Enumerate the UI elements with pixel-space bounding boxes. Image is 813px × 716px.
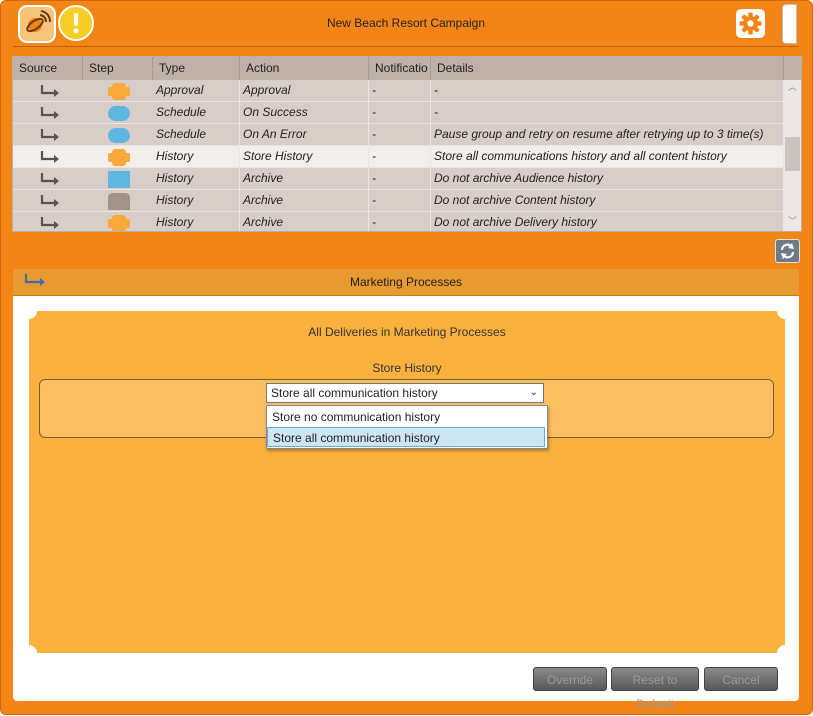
table-row[interactable]: Schedule On Success - - (13, 102, 784, 124)
grid-scrollbar[interactable]: ︿ ﹀ (784, 80, 801, 231)
column-header-spacer (784, 57, 801, 80)
box-corner-tl (29, 311, 37, 319)
settings-button[interactable] (736, 9, 765, 38)
cell-details: - (431, 80, 784, 101)
column-header-type[interactable]: Type (153, 57, 240, 80)
step-cross-icon (108, 215, 130, 231)
cell-action: Archive (240, 212, 369, 231)
cell-type: History (153, 190, 240, 211)
cell-details: Do not archive Delivery history (431, 212, 784, 231)
source-arrow-icon (40, 85, 59, 97)
chevron-down-icon: ⌄ (529, 387, 538, 398)
column-header-source[interactable]: Source (13, 57, 83, 80)
cell-type: History (153, 168, 240, 189)
cancel-button[interactable]: Cancel (704, 667, 778, 691)
cell-notification: - (369, 168, 431, 189)
panel-header: Marketing Processes (13, 269, 799, 296)
box-corner-br (777, 645, 785, 653)
satellite-app-button[interactable] (18, 5, 56, 43)
title-divider (13, 46, 799, 47)
column-header-action[interactable]: Action (240, 57, 369, 80)
source-arrow-icon (40, 151, 59, 163)
box-corner-tr (777, 311, 785, 319)
step-pill-icon (108, 128, 130, 143)
table-row[interactable]: History Archive - Do not archive Audience h… (13, 168, 784, 190)
cell-action: Store History (240, 146, 369, 167)
title-bar: New Beach Resort Campaign (1, 1, 812, 47)
cell-details: - (431, 102, 784, 123)
cell-notification: - (369, 102, 431, 123)
source-arrow-icon (40, 195, 59, 207)
step-cross-icon (108, 83, 130, 100)
cell-action: On Success (240, 102, 369, 123)
source-arrow-icon (40, 173, 59, 185)
scroll-down-icon[interactable]: ﹀ (787, 217, 798, 228)
override-button[interactable]: Override (533, 667, 607, 691)
source-arrow-icon (40, 107, 59, 119)
option-store-all[interactable]: Store all communication history (267, 427, 545, 447)
cell-action: On An Error (240, 124, 369, 145)
satellite-icon (26, 10, 51, 33)
step-pill-icon (108, 106, 130, 121)
cell-type: Schedule (153, 124, 240, 145)
grid-header: Source Step Type Action Notificatio Deta… (13, 57, 801, 80)
deliveries-box: All Deliveries in Marketing Processes St… (29, 311, 785, 653)
cell-details: Do not archive Content history (431, 190, 784, 211)
step-cross-icon (108, 149, 130, 166)
scroll-up-icon[interactable]: ︿ (787, 83, 798, 94)
option-store-none[interactable]: Store no communication history (267, 407, 545, 427)
warning-button[interactable] (58, 5, 94, 41)
cell-notification: - (369, 146, 431, 167)
table-row[interactable]: History Archive - Do not archive Delivery h… (13, 212, 784, 231)
table-row[interactable]: History Archive - Do not archive Content hi… (13, 190, 784, 212)
refresh-button[interactable] (775, 239, 800, 263)
cell-notification: - (369, 124, 431, 145)
box-title: All Deliveries in Marketing Processes (308, 325, 506, 339)
cell-type: History (153, 146, 240, 167)
cell-type: Schedule (153, 102, 240, 123)
store-history-label: Store History (372, 361, 442, 375)
cell-details: Pause group and retry on resume after re… (431, 124, 784, 145)
source-arrow-icon (40, 129, 59, 141)
step-rect-icon (108, 171, 130, 188)
cell-notification: - (369, 80, 431, 101)
cell-type: History (153, 212, 240, 231)
reset-to-default-button[interactable]: Reset to Default (611, 667, 699, 711)
column-header-step[interactable]: Step (83, 57, 153, 80)
store-history-dropdown: Store no communication history Store all… (266, 405, 548, 449)
cell-notification: - (369, 190, 431, 211)
cell-type: Approval (153, 80, 240, 101)
step-tag-icon (108, 193, 130, 210)
cell-notification: - (369, 212, 431, 231)
gear-icon (739, 12, 762, 35)
column-header-details[interactable]: Details (431, 57, 784, 80)
column-header-notification[interactable]: Notificatio (369, 57, 431, 80)
table-row[interactable]: History Store History - Store all communica… (13, 146, 784, 168)
box-corner-bl (29, 645, 37, 653)
table-row[interactable]: Schedule On An Error - Pause group and retr… (13, 124, 784, 146)
steps-grid: Source Step Type Action Notificatio Deta… (12, 56, 802, 232)
window-title: New Beach Resort Campaign (326, 16, 486, 30)
source-arrow-icon (40, 217, 59, 229)
cell-action: Approval (240, 80, 369, 101)
cell-details: Store all communications history and all… (431, 146, 784, 167)
select-value: Store all communication history (271, 386, 438, 400)
refresh-icon (780, 243, 795, 259)
app-window: New Beach Resort Campaign Source Step Ty… (0, 0, 813, 715)
cell-action: Archive (240, 190, 369, 211)
panel-title: Marketing Processes (349, 275, 463, 289)
scrollbar-thumb[interactable] (785, 137, 800, 171)
warning-icon (73, 13, 79, 34)
side-panel-handle[interactable] (782, 4, 797, 44)
store-history-select[interactable]: Store all communication history ⌄ (266, 383, 544, 403)
marketing-processes-panel: Marketing Processes All Deliveries in Ma… (13, 269, 799, 711)
cell-action: Archive (240, 168, 369, 189)
cell-details: Do not archive Audience history (431, 168, 784, 189)
table-row[interactable]: Approval Approval - - (13, 80, 784, 102)
